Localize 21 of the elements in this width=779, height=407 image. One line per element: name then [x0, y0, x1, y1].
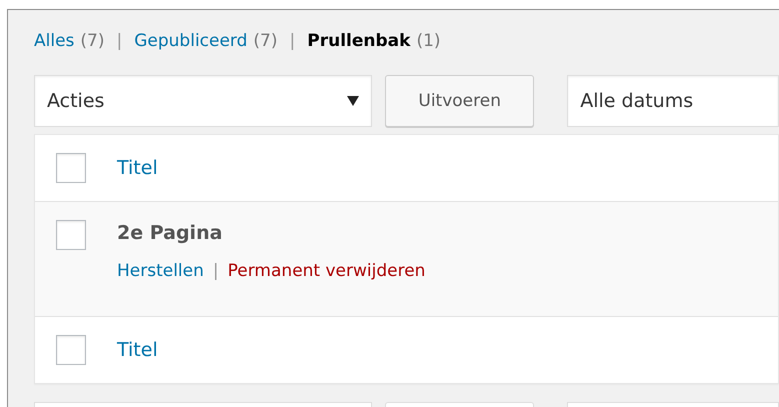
filter-link[interactable]: Gepubliceerd — [134, 31, 248, 51]
separator: | — [212, 261, 219, 281]
checkbox[interactable] — [56, 335, 86, 365]
date-filter-select[interactable]: Alle datums — [567, 75, 779, 127]
column-header-link[interactable]: Titel — [117, 157, 158, 179]
restore-link[interactable]: Herstellen — [117, 261, 204, 281]
checkbox[interactable] — [56, 220, 86, 250]
filter-link[interactable]: Alles — [34, 31, 74, 51]
filter-count: (1) — [416, 31, 441, 51]
separator: | — [116, 31, 122, 51]
column-footer-link[interactable]: Titel — [117, 339, 158, 361]
caret-icon — [347, 96, 360, 106]
row-title: 2e Pagina — [117, 222, 224, 244]
filter-link[interactable]: Prullenbak — [307, 31, 410, 51]
separator: | — [290, 31, 296, 51]
filter-count: (7) — [253, 31, 278, 51]
bulk-action-select[interactable]: Acties — [34, 75, 372, 127]
checkbox[interactable] — [56, 153, 86, 183]
filter-count: (7) — [80, 31, 104, 51]
apply-button[interactable]: Uitvoeren — [385, 75, 534, 127]
delete-link[interactable]: Permanent verwijderen — [228, 261, 426, 281]
